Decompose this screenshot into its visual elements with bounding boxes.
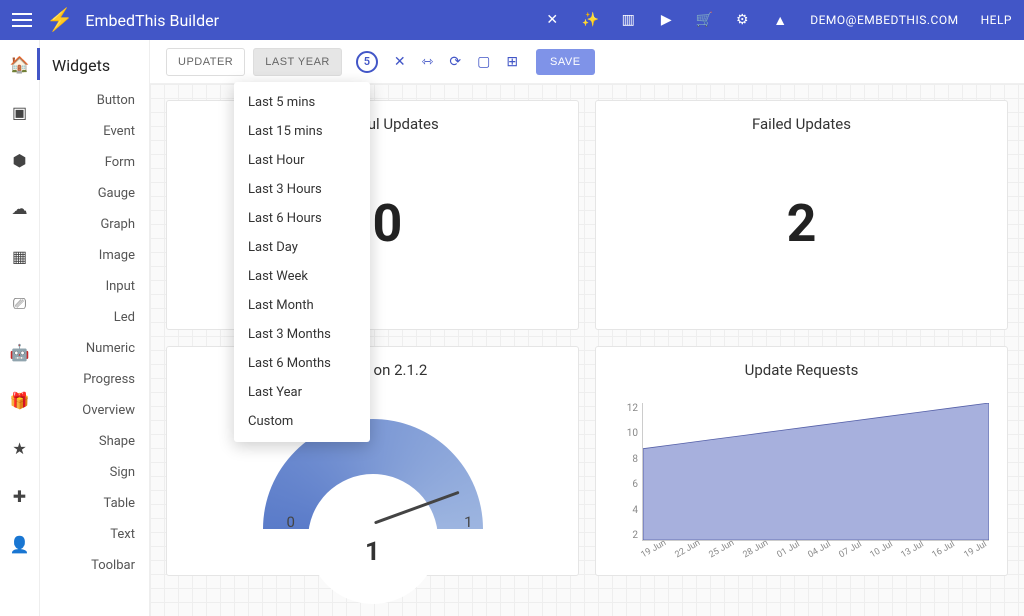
app-title: EmbedThis Builder bbox=[85, 11, 219, 30]
toolbar-width-icon[interactable]: ⇿ bbox=[422, 54, 434, 70]
widget-item[interactable]: Form bbox=[40, 147, 149, 178]
widget-item[interactable]: Progress bbox=[40, 364, 149, 395]
star-icon[interactable]: ★ bbox=[10, 438, 30, 458]
card-devices[interactable]: Devices on 2.1.2 0 1 1 bbox=[166, 346, 579, 576]
dropdown-item[interactable]: Last 3 Months bbox=[234, 320, 370, 349]
x-tick: 10 Jul bbox=[869, 539, 895, 560]
widgets-list: ButtonEventFormGaugeGraphImageInputLedNu… bbox=[40, 85, 149, 581]
widget-item[interactable]: Overview bbox=[40, 395, 149, 426]
gift-icon[interactable]: 🎁 bbox=[10, 390, 30, 410]
dropdown-item[interactable]: Last 6 Hours bbox=[234, 204, 370, 233]
widget-item[interactable]: Table bbox=[40, 488, 149, 519]
updater-button[interactable]: UPDATER bbox=[166, 48, 245, 76]
widget-item[interactable]: Button bbox=[40, 85, 149, 116]
bolt-icon: ⚡ bbox=[46, 8, 73, 33]
icon-rail: 🏠 ▣ ⬢ ☁ ▦ ⎚ 🤖 🎁 ★ ✚ 👤 bbox=[0, 40, 40, 616]
x-tick: 22 Jun bbox=[673, 538, 702, 560]
widgets-panel: Widgets ButtonEventFormGaugeGraphImageIn… bbox=[40, 40, 150, 616]
card-failed[interactable]: Failed Updates 2 bbox=[595, 100, 1008, 330]
x-tick: 04 Jul bbox=[806, 539, 832, 560]
area-chart: 12108642 19 Jun22 Jun25 Jun28 Jun01 Jul0… bbox=[610, 403, 993, 561]
widget-item[interactable]: Image bbox=[40, 240, 149, 271]
range-button[interactable]: LAST YEAR bbox=[253, 48, 342, 76]
widget-item[interactable]: Gauge bbox=[40, 178, 149, 209]
card-successful[interactable]: Successful Updates 10 bbox=[166, 100, 579, 330]
menu-icon[interactable] bbox=[12, 13, 32, 27]
range-dropdown: Last 5 minsLast 15 minsLast HourLast 3 H… bbox=[234, 82, 370, 442]
widget-item[interactable]: Numeric bbox=[40, 333, 149, 364]
widgets-title: Widgets bbox=[40, 40, 149, 85]
card-value: 2 bbox=[787, 193, 817, 254]
toolbar-tools-icon[interactable]: ✕ bbox=[394, 54, 406, 70]
dropdown-item[interactable]: Custom bbox=[234, 407, 370, 436]
robot-icon[interactable]: 🤖 bbox=[10, 342, 30, 362]
alert-icon[interactable]: ▲ bbox=[772, 12, 788, 28]
widget-item[interactable]: Toolbar bbox=[40, 550, 149, 581]
y-tick: 2 bbox=[610, 530, 638, 541]
dropdown-item[interactable]: Last 15 mins bbox=[234, 117, 370, 146]
card-requests[interactable]: Update Requests 12 10 8 6 4 2 19 Jun22 Jun25 … bbox=[595, 346, 1008, 576]
x-tick: 16 Jul bbox=[931, 539, 957, 560]
x-tick: 13 Jul bbox=[900, 539, 926, 560]
gear-icon[interactable]: ⚙ bbox=[734, 12, 750, 28]
widget-item[interactable]: Graph bbox=[40, 209, 149, 240]
x-tick: 07 Jul bbox=[837, 539, 863, 560]
toolbar: UPDATER LAST YEAR 5 ✕ ⇿ ⟳ ▢ ⊞ SAVE bbox=[150, 40, 1024, 84]
top-icons: ✕ ✨ ▥ ▶ 🛒 ⚙ ▲ bbox=[544, 12, 788, 28]
home-icon[interactable]: 🏠 bbox=[10, 54, 30, 74]
card-title: Update Requests bbox=[745, 361, 859, 379]
grid-icon[interactable]: ▦ bbox=[10, 246, 30, 266]
toolbar-add-icon[interactable]: ⊞ bbox=[506, 54, 518, 70]
y-tick: 4 bbox=[610, 505, 638, 516]
toolbar-refresh-icon[interactable]: ⟳ bbox=[449, 54, 461, 70]
dashboard-icon[interactable]: ▣ bbox=[10, 102, 30, 122]
dropdown-item[interactable]: Last Day bbox=[234, 233, 370, 262]
cube-icon[interactable]: ⬢ bbox=[10, 150, 30, 170]
user-email[interactable]: DEMO@EMBEDTHIS.COM bbox=[810, 13, 958, 27]
gauge-min: 0 bbox=[287, 513, 295, 531]
dropdown-item[interactable]: Last 5 mins bbox=[234, 88, 370, 117]
cart-icon[interactable]: 🛒 bbox=[696, 12, 712, 28]
dropdown-item[interactable]: Last Week bbox=[234, 262, 370, 291]
widget-item[interactable]: Sign bbox=[40, 457, 149, 488]
x-tick: 01 Jul bbox=[775, 539, 801, 560]
refresh-badge[interactable]: 5 bbox=[356, 51, 378, 73]
gauge-max: 1 bbox=[464, 513, 472, 531]
user-icon[interactable]: 👤 bbox=[10, 534, 30, 554]
dropdown-item[interactable]: Last Hour bbox=[234, 146, 370, 175]
gauge-value: 1 bbox=[365, 537, 380, 567]
toolbar-screen-icon[interactable]: ▢ bbox=[477, 54, 490, 70]
top-nav: ⚡ EmbedThis Builder ✕ ✨ ▥ ▶ 🛒 ⚙ ▲ DEMO@E… bbox=[0, 0, 1024, 40]
cloud-icon[interactable]: ☁ bbox=[10, 198, 30, 218]
y-tick: 6 bbox=[610, 479, 638, 490]
x-tick: 25 Jun bbox=[707, 538, 736, 560]
widget-item[interactable]: Input bbox=[40, 271, 149, 302]
play-icon[interactable]: ▶ bbox=[658, 12, 674, 28]
widget-item[interactable]: Event bbox=[40, 116, 149, 147]
y-tick: 8 bbox=[610, 454, 638, 465]
widget-item[interactable]: Led bbox=[40, 302, 149, 333]
tools-icon[interactable]: ✕ bbox=[544, 12, 560, 28]
widget-item[interactable]: Shape bbox=[40, 426, 149, 457]
dropdown-item[interactable]: Last Month bbox=[234, 291, 370, 320]
x-tick: 28 Jun bbox=[741, 538, 770, 560]
save-button[interactable]: SAVE bbox=[536, 49, 595, 75]
widget-item[interactable]: Text bbox=[40, 519, 149, 550]
plus-icon[interactable]: ✚ bbox=[10, 486, 30, 506]
dropdown-item[interactable]: Last Year bbox=[234, 378, 370, 407]
help-link[interactable]: HELP bbox=[981, 13, 1012, 27]
dropdown-item[interactable]: Last 6 Months bbox=[234, 349, 370, 378]
wand-icon[interactable]: ✨ bbox=[582, 12, 598, 28]
x-tick: 19 Jun bbox=[640, 538, 669, 560]
device-icon[interactable]: ⎚ bbox=[10, 294, 30, 314]
library-icon[interactable]: ▥ bbox=[620, 12, 636, 28]
y-tick: 10 bbox=[610, 428, 638, 439]
dropdown-item[interactable]: Last 3 Hours bbox=[234, 175, 370, 204]
y-tick: 12 bbox=[610, 403, 638, 414]
card-title: Failed Updates bbox=[752, 115, 851, 133]
x-tick: 19 Jul bbox=[962, 539, 988, 560]
